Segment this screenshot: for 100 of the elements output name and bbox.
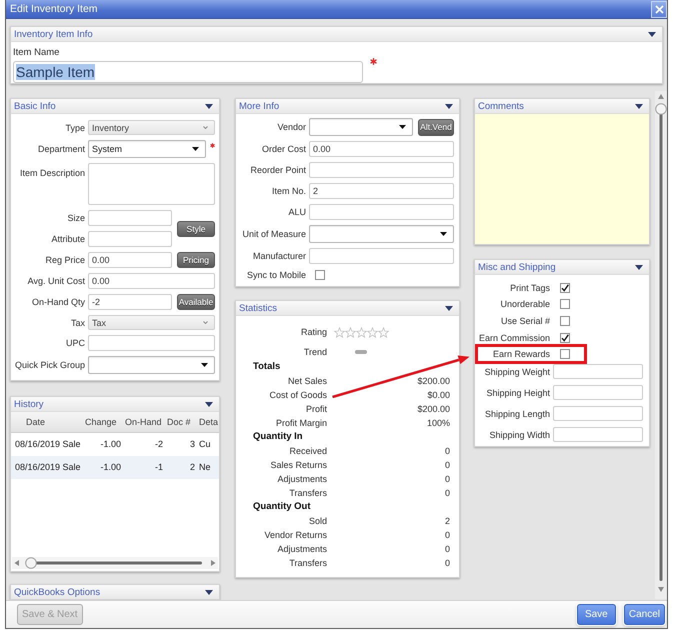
side-button[interactable]: Style [177,220,215,236]
field-label: Department [38,144,85,154]
stat-label: Cost of Goods [269,390,327,400]
field-label: Sync to Mobile [246,270,306,280]
text-field[interactable]: -2 [88,294,172,310]
collapse-caret-icon[interactable] [445,306,453,310]
horizontal-scrollbar[interactable] [12,557,218,569]
field-label: Unorderable [500,299,550,310]
text-field[interactable] [88,335,215,351]
field-label: Shipping Weight [484,366,550,377]
table-cell-text: 08/16/2019 Sale [14,438,82,451]
stat-value: 0 [444,474,450,484]
field-label: Reorder Point [250,165,306,175]
text-field[interactable]: 0.00 [88,273,215,289]
collapse-caret-icon[interactable] [205,104,213,108]
table-cell-text: 08/16/2019 Sale [14,461,82,474]
close-icon [654,4,664,14]
text-field[interactable] [553,427,643,442]
stat-value: 0 [444,446,450,456]
column-header[interactable]: Change [82,412,122,432]
table-cell-text: -1.00 [99,438,122,451]
star-icon [345,326,356,338]
stat-label: Vendor Returns [264,530,327,540]
dropdown[interactable]: System [88,140,206,158]
vertical-scrollbar[interactable] [655,91,667,599]
star-icon [367,326,378,338]
field-label: UPC [66,338,85,348]
window-title: Edit Inventory Item [10,3,98,15]
column-header[interactable]: On-Hand [122,412,164,432]
text-field[interactable] [309,204,454,220]
dropdown[interactable] [309,118,413,136]
collapse-caret-icon[interactable] [635,264,643,270]
field-label: Type [65,122,85,132]
text-field[interactable] [309,248,454,264]
field-label: Order Cost [262,144,306,154]
stat-value: 0 [444,558,450,568]
stat-value: 0 [444,544,450,554]
table-cell-text: Cu [198,438,212,451]
table-row[interactable]: 08/16/2019 Sale -1.00 -2 3 Cu [11,433,219,456]
panel-title: Basic Info [14,100,56,112]
text-field[interactable] [553,385,643,400]
panel-title: More Info [239,100,280,112]
side-button[interactable]: Alt.Vend [418,118,454,136]
collapse-caret-icon[interactable] [205,590,213,594]
table-cell-text: Ne [198,461,212,474]
field-label: Use Serial # [500,316,550,326]
field-label: Quick Pick Group [14,360,85,370]
checkbox[interactable] [560,332,570,343]
checkbox[interactable] [560,316,570,326]
collapse-caret-icon[interactable] [205,402,213,406]
stat-label: Adjustments [277,544,327,554]
field-label: Vendor [277,122,306,132]
text-field[interactable] [309,162,454,178]
column-header[interactable]: Doc # [164,412,196,432]
checkbox[interactable] [315,270,325,280]
side-button[interactable]: Pricing [177,252,215,268]
checkbox[interactable] [560,282,570,292]
field-label: ALU [288,207,306,217]
checkbox[interactable] [560,299,570,310]
text-field[interactable]: Sample Item [13,61,363,83]
star-rating[interactable] [334,326,389,338]
field-label: On-Hand Qty [32,297,85,307]
close-button[interactable] [651,0,667,18]
stat-label: Received [289,446,327,456]
column-header[interactable]: Deta [196,412,219,432]
field-label: Avg. Unit Cost [28,276,85,286]
dropdown[interactable] [88,356,215,374]
text-field[interactable]: 0.00 [309,141,454,157]
stat-value: $0.00 [427,390,450,400]
stat-value: 0 [444,488,450,498]
field-label: Shipping Height [486,388,550,398]
field-label: Shipping Length [484,408,550,419]
collapse-caret-icon[interactable] [635,104,643,108]
text-field[interactable] [88,231,172,247]
section-title: Quantity In [253,430,303,444]
chevron-icon [203,321,208,324]
stat-label: Net Sales [288,376,327,386]
stat-value: 100% [426,418,450,428]
stat-value: 0 [444,530,450,540]
checkbox[interactable] [560,349,570,360]
collapse-caret-icon[interactable] [648,32,656,36]
dropdown: Tax [88,315,215,330]
collapse-caret-icon[interactable] [445,104,453,108]
field-label: Earn Commission [478,332,550,343]
text-field[interactable] [88,210,172,226]
dropdown[interactable] [309,225,454,243]
field-label: Item Description [20,168,85,178]
text-field[interactable]: 2 [309,183,454,199]
text-field[interactable]: 0.00 [88,252,172,268]
stat-value: 2 [444,516,450,526]
chevron-icon [203,126,208,129]
dropdown: Inventory [88,120,215,135]
star-icon [378,326,389,338]
stat-label: Transfers [289,488,327,498]
text-field[interactable] [553,364,643,380]
side-button[interactable]: Available [177,294,215,310]
column-header[interactable]: Date [11,412,82,432]
table-row[interactable]: 08/16/2019 Sale -1.00 -1 2 Ne [11,456,219,479]
text-field[interactable] [553,406,643,422]
panel-title: Misc and Shipping [478,262,556,272]
